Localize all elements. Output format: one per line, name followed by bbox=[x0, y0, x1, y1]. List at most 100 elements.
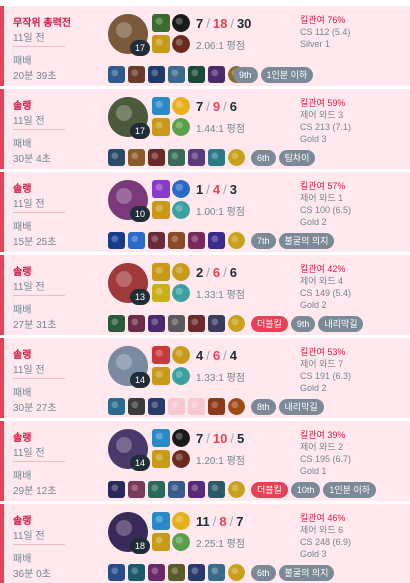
stat-line: 제어 와드 3 bbox=[300, 110, 344, 120]
kda-separator: / bbox=[230, 431, 234, 446]
deaths: 18 bbox=[212, 16, 228, 31]
item-icon[interactable] bbox=[148, 481, 165, 498]
item-icon[interactable] bbox=[148, 398, 165, 415]
kill-participation: 킬관여 76% bbox=[300, 15, 346, 25]
item-icon[interactable] bbox=[128, 315, 145, 332]
item-icon[interactable] bbox=[108, 66, 125, 83]
item-icon[interactable] bbox=[148, 315, 165, 332]
item-icon[interactable] bbox=[128, 232, 145, 249]
badge-group: 7th 불굴의 의지 bbox=[251, 233, 337, 249]
match-row[interactable]: 무작위 총력전 11일 전 패배 20분 39초 17 7/18/30 2.06:1 평점 킬… bbox=[0, 6, 410, 86]
trinket-icon[interactable] bbox=[228, 149, 245, 166]
item-icon[interactable] bbox=[168, 315, 185, 332]
secondary-rune-icon bbox=[172, 201, 190, 219]
kda-ratio: 1.33:1 평점 bbox=[196, 290, 245, 301]
item-icon[interactable] bbox=[208, 66, 225, 83]
item-icon[interactable] bbox=[148, 66, 165, 83]
item-icon[interactable] bbox=[128, 564, 145, 581]
item-icon[interactable] bbox=[108, 232, 125, 249]
game-duration: 30분 27초 bbox=[13, 403, 57, 414]
item-icon[interactable] bbox=[188, 66, 205, 83]
placement-badge: 6th bbox=[251, 565, 276, 581]
assists: 4 bbox=[229, 348, 237, 363]
kills: 4 bbox=[196, 348, 204, 363]
item-icon[interactable] bbox=[188, 232, 205, 249]
kda-separator: / bbox=[223, 348, 227, 363]
placement-badge: 9th bbox=[233, 67, 258, 83]
item-icon[interactable] bbox=[128, 149, 145, 166]
item-icon[interactable] bbox=[108, 481, 125, 498]
summoner-spell-2-icon bbox=[152, 201, 170, 219]
item-icon[interactable] bbox=[108, 564, 125, 581]
badge-group: 8th 내리막길 bbox=[251, 399, 327, 415]
game-mode: 솔랭 bbox=[13, 267, 32, 278]
game-duration: 29분 12초 bbox=[13, 486, 57, 497]
item-icon[interactable] bbox=[208, 232, 225, 249]
kda-separator: / bbox=[212, 514, 217, 529]
time-ago: 11일 전 bbox=[13, 282, 45, 293]
match-row[interactable]: 솔랭 11일 전 패배 30분 27초 14 4/6/4 1.33:1 평점 킬관여 53% 제… bbox=[0, 338, 410, 418]
trinket-icon[interactable] bbox=[228, 232, 245, 249]
item-icon[interactable] bbox=[208, 149, 225, 166]
kda-separator: / bbox=[223, 182, 227, 197]
game-stats: 킬관여 42% 제어 와드 4 CS 149 (5.4) Gold 2 bbox=[300, 263, 351, 311]
match-row[interactable]: 솔랭 11일 전 패배 27분 31초 13 2/6/6 1.33:1 평점 킬관여 42% 제… bbox=[0, 255, 410, 335]
assists: 5 bbox=[236, 431, 245, 446]
item-icon[interactable] bbox=[108, 149, 125, 166]
item-icon[interactable] bbox=[208, 481, 225, 498]
secondary-rune-icon bbox=[172, 284, 190, 302]
game-result: 패배 bbox=[13, 471, 32, 482]
game-mode: 솔랭 bbox=[13, 516, 32, 527]
kill-participation: 킬관여 59% bbox=[300, 98, 346, 108]
item-icon[interactable] bbox=[168, 564, 185, 581]
item-icon[interactable] bbox=[128, 66, 145, 83]
item-icon[interactable] bbox=[168, 481, 185, 498]
item-icon[interactable] bbox=[148, 232, 165, 249]
kda-separator: / bbox=[223, 265, 227, 280]
kda-ratio: 1.00:1 평점 bbox=[196, 207, 245, 218]
item-icon[interactable] bbox=[208, 315, 225, 332]
item-icon[interactable] bbox=[128, 481, 145, 498]
item-icon[interactable] bbox=[148, 564, 165, 581]
game-result: 패배 bbox=[13, 388, 32, 399]
item-icon[interactable] bbox=[128, 398, 145, 415]
trinket-icon[interactable] bbox=[228, 564, 245, 581]
match-row[interactable]: 솔랭 11일 전 패배 30분 4초 17 7/9/6 1.44:1 평점 킬관여 59% 제어… bbox=[0, 89, 410, 169]
item-icon[interactable] bbox=[208, 564, 225, 581]
match-row[interactable]: 솔랭 11일 전 패배 29분 12초 14 7/10/5 1.20:1 평점 킬관여 39%… bbox=[0, 421, 410, 501]
game-stats: 킬관여 46% 제어 와드 6 CS 248 (6.9) Gold 3 bbox=[300, 512, 351, 560]
badge-group: 6th 불굴의 의지 bbox=[251, 565, 337, 581]
item-icon[interactable] bbox=[188, 398, 205, 415]
item-icon[interactable] bbox=[168, 149, 185, 166]
summoner-spell-1-icon bbox=[152, 429, 170, 447]
champion-level: 17 bbox=[130, 123, 150, 139]
divider bbox=[13, 46, 65, 47]
item-icon[interactable] bbox=[208, 398, 225, 415]
match-row[interactable]: 솔랭 11일 전 패배 15분 25초 10 1/4/3 1.00:1 평점 킬관여 57% 제… bbox=[0, 172, 410, 252]
item-icon[interactable] bbox=[188, 564, 205, 581]
item-icon[interactable] bbox=[108, 398, 125, 415]
item-icon[interactable] bbox=[188, 149, 205, 166]
item-icon[interactable] bbox=[168, 398, 185, 415]
assists: 3 bbox=[229, 182, 237, 197]
badge-group: 더블킬 10th 1인분 이하 bbox=[251, 482, 379, 498]
trinket-icon[interactable] bbox=[228, 481, 245, 498]
badge-group: 6th 팀차이 bbox=[251, 150, 318, 166]
champion-level: 14 bbox=[130, 455, 150, 471]
item-icon[interactable] bbox=[168, 66, 185, 83]
item-icon[interactable] bbox=[148, 149, 165, 166]
kda: 7/18/30 bbox=[196, 16, 251, 31]
kill-participation: 킬관여 53% bbox=[300, 347, 346, 357]
performance-badge: 팀차이 bbox=[278, 150, 316, 166]
trinket-icon[interactable] bbox=[228, 315, 245, 332]
summoner-spell-1-icon bbox=[152, 97, 170, 115]
kda-ratio: 1.20:1 평점 bbox=[196, 456, 245, 467]
divider bbox=[13, 212, 65, 213]
item-icon[interactable] bbox=[168, 232, 185, 249]
item-icon[interactable] bbox=[188, 315, 205, 332]
time-ago: 11일 전 bbox=[13, 365, 45, 376]
item-icon[interactable] bbox=[108, 315, 125, 332]
match-row[interactable]: 솔랭 11일 전 패배 36분 0초 18 11/8/7 2.25:1 평점 킬관여 46% 제… bbox=[0, 504, 410, 583]
item-icon[interactable] bbox=[188, 481, 205, 498]
trinket-icon[interactable] bbox=[228, 398, 245, 415]
